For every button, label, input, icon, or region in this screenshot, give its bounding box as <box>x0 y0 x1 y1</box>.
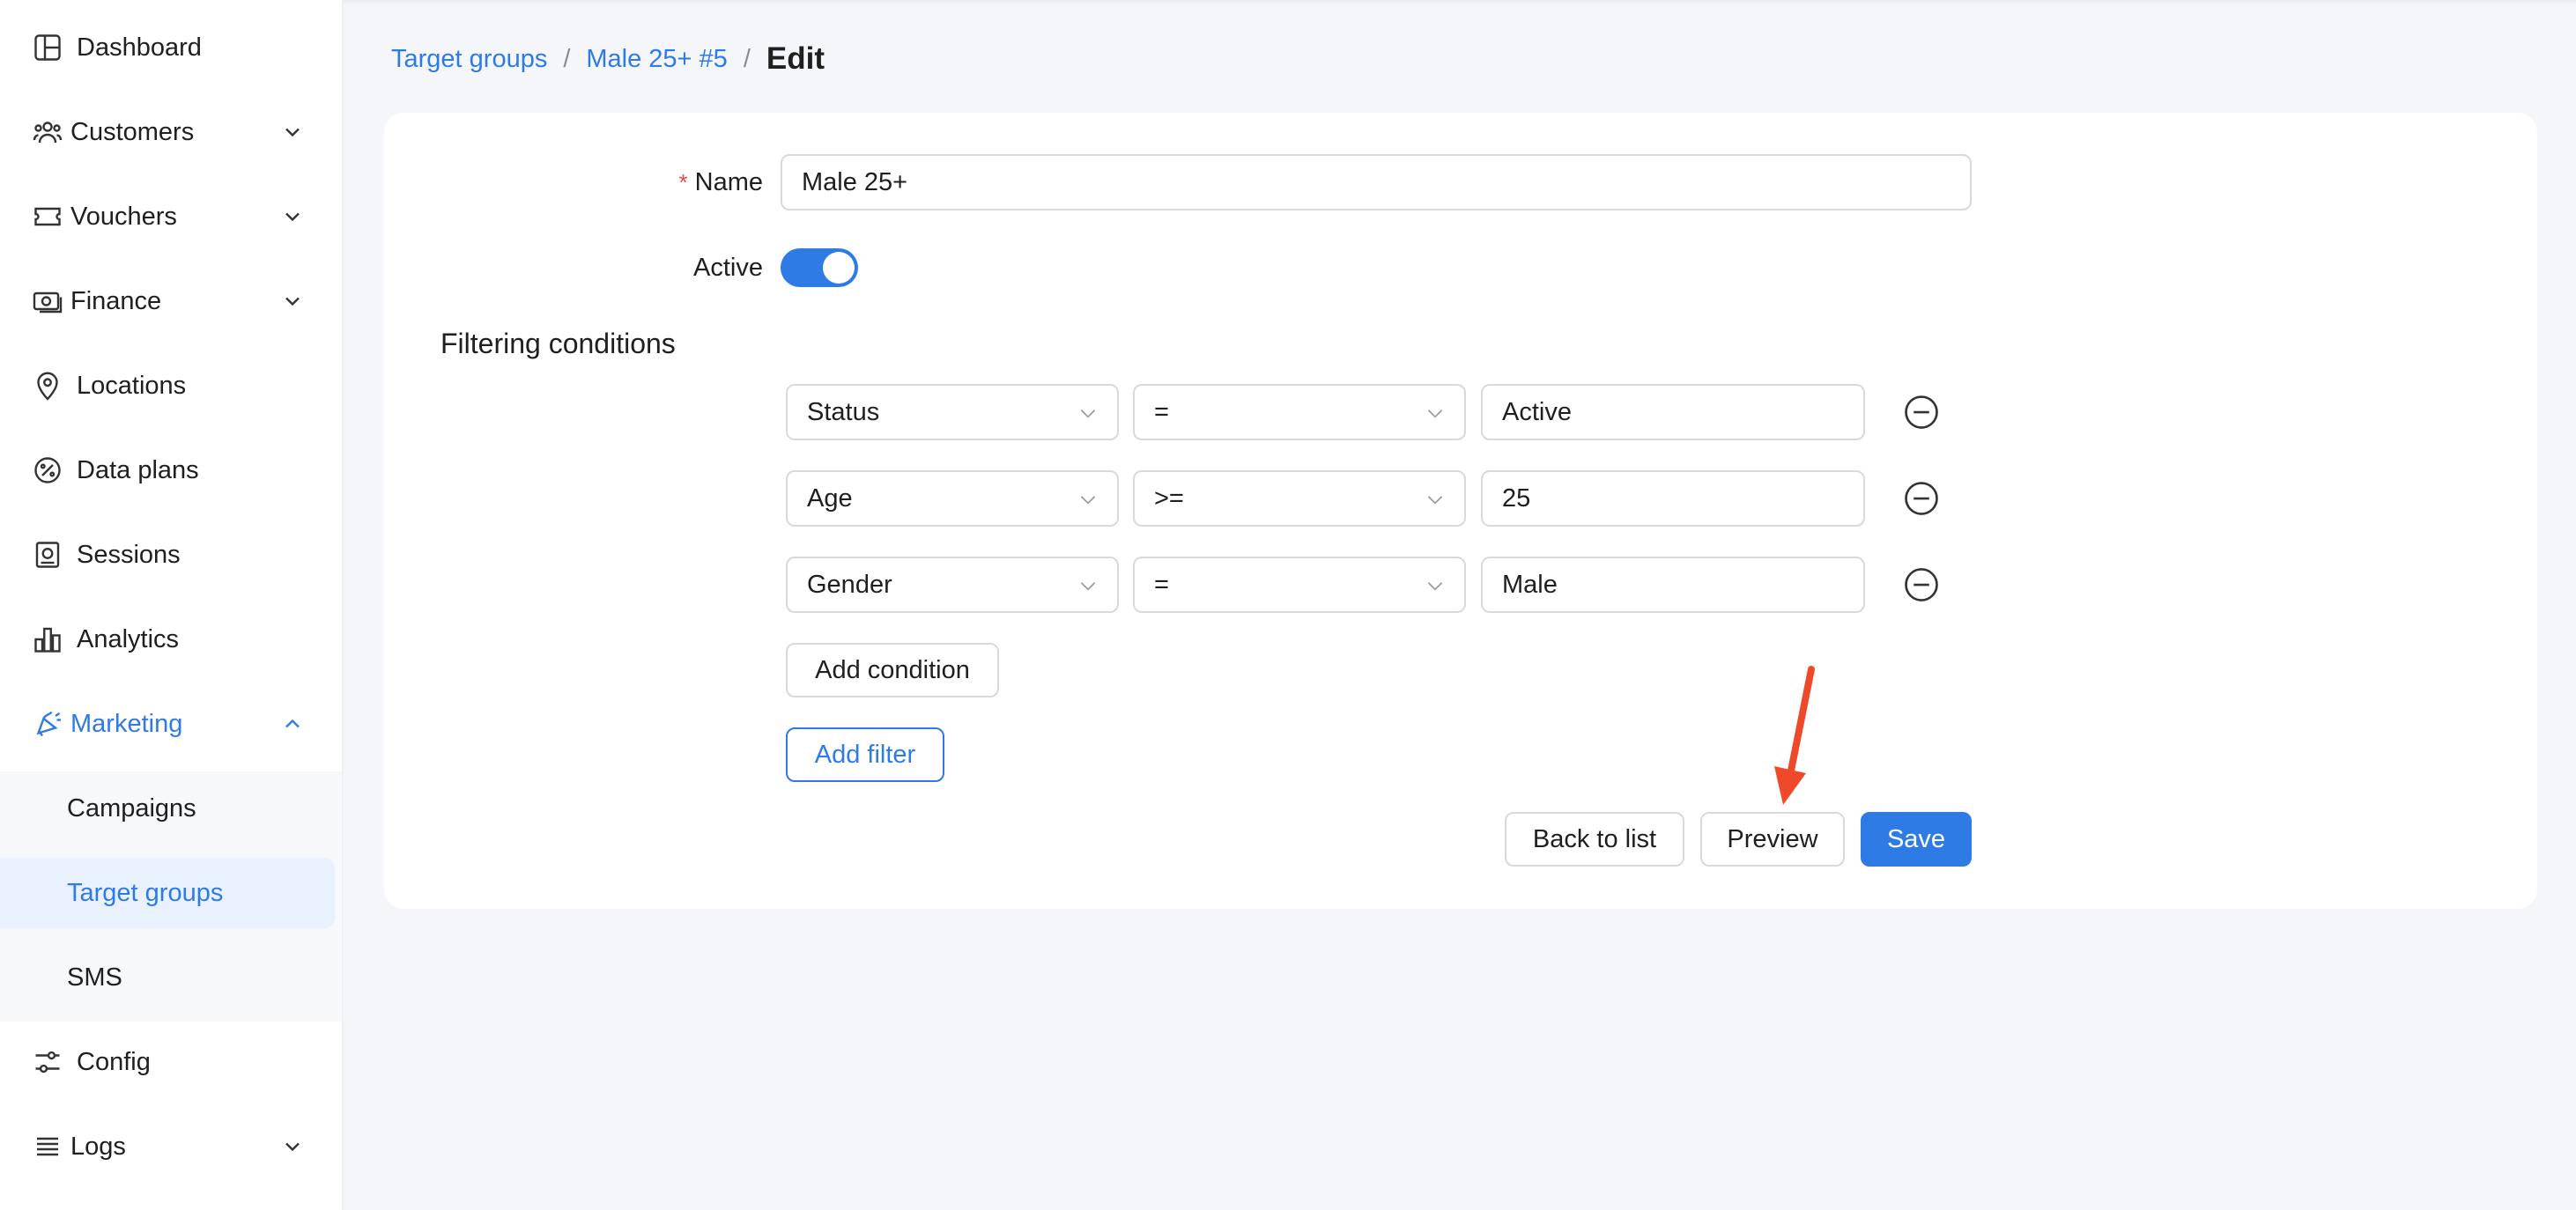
config-sliders-icon <box>32 1046 63 1078</box>
top-edge <box>342 0 2576 5</box>
remove-condition-icon[interactable] <box>1903 394 1940 431</box>
sidebar-item-label: Finance <box>70 287 162 315</box>
sidebar-item-logs[interactable]: Logs <box>0 1111 342 1182</box>
condition-field-select[interactable]: Age <box>786 470 1119 527</box>
condition-field-select[interactable]: Status <box>786 384 1119 440</box>
sidebar-item-data-plans[interactable]: Data plans <box>0 435 342 505</box>
page-title: Edit <box>766 41 825 76</box>
breadcrumb-target-groups-link[interactable]: Target groups <box>391 45 547 74</box>
back-to-list-button[interactable]: Back to list <box>1505 812 1684 867</box>
sidebar-item-label: Locations <box>77 372 187 400</box>
chevron-down-icon <box>1424 488 1447 511</box>
sidebar-item-label: Customers <box>70 118 195 146</box>
sidebar-item-label: Sessions <box>77 541 181 569</box>
sidebar-item-label: Config <box>77 1048 151 1076</box>
select-value: = <box>1154 397 1169 426</box>
sidebar-subitem-target-groups[interactable]: Target groups <box>0 858 335 928</box>
active-toggle[interactable] <box>781 248 858 287</box>
sidebar-item-customers[interactable]: Customers <box>0 97 342 167</box>
select-value: Age <box>807 483 853 513</box>
sidebar-item-label: Logs <box>70 1133 126 1161</box>
breadcrumb-separator: / <box>743 44 751 73</box>
add-filter-button[interactable]: Add filter <box>786 727 944 782</box>
chevron-down-icon <box>1077 488 1099 511</box>
select-value: Status <box>807 397 880 426</box>
sidebar-item-label: Vouchers <box>70 203 177 231</box>
sidebar-item-label: Analytics <box>77 625 180 653</box>
sidebar-item-config[interactable]: Config <box>0 1027 342 1097</box>
chevron-down-icon <box>1077 574 1099 597</box>
sessions-icon <box>32 539 63 571</box>
preview-button[interactable]: Preview <box>1700 812 1845 867</box>
sidebar-item-sessions[interactable]: Sessions <box>0 520 342 590</box>
sidebar-item-vouchers[interactable]: Vouchers <box>0 181 342 252</box>
remove-condition-icon[interactable] <box>1903 566 1940 603</box>
chevron-down-icon <box>1424 402 1447 424</box>
breadcrumb: Target groups / Male 25+ #5 / Edit <box>391 37 825 81</box>
save-button[interactable]: Save <box>1861 812 1972 867</box>
name-label: * Name <box>617 166 763 199</box>
sidebar: Dashboard Customers Vouchers Finance Loc… <box>0 0 344 1210</box>
chevron-down-icon <box>280 120 305 144</box>
remove-condition-icon[interactable] <box>1903 480 1940 517</box>
sidebar-subitem-campaigns[interactable]: Campaigns <box>0 773 335 844</box>
sidebar-item-label: Dashboard <box>77 33 202 62</box>
condition-value-input[interactable]: 25 <box>1481 470 1865 527</box>
chevron-down-icon <box>280 1134 305 1159</box>
select-value: = <box>1154 570 1169 599</box>
dashboard-icon <box>32 32 63 63</box>
voucher-icon <box>32 201 63 232</box>
active-label: Active <box>693 254 763 282</box>
sidebar-subitem-sms[interactable]: SMS <box>0 942 335 1013</box>
customers-icon <box>32 116 63 148</box>
chevron-up-icon <box>280 712 305 736</box>
chevron-down-icon <box>280 204 305 229</box>
annotation-arrow-icon <box>1774 666 1815 805</box>
sidebar-item-analytics[interactable]: Analytics <box>0 604 342 675</box>
add-condition-button[interactable]: Add condition <box>786 643 999 697</box>
name-label-text: Name <box>694 168 763 196</box>
location-pin-icon <box>32 370 63 402</box>
logs-icon <box>32 1131 63 1162</box>
marketing-icon <box>32 708 63 740</box>
finance-icon <box>32 285 63 317</box>
breadcrumb-separator: / <box>563 44 571 73</box>
toggle-knob <box>823 252 855 284</box>
condition-operator-select[interactable]: = <box>1133 384 1466 440</box>
select-value: >= <box>1154 483 1184 513</box>
chevron-down-icon <box>280 289 305 314</box>
data-plans-icon <box>32 454 63 486</box>
sidebar-item-dashboard[interactable]: Dashboard <box>0 12 342 83</box>
chevron-down-icon <box>1077 402 1099 424</box>
sidebar-item-label: Data plans <box>77 456 199 484</box>
sidebar-item-label: Marketing <box>70 710 183 738</box>
sidebar-item-marketing[interactable]: Marketing <box>0 689 342 759</box>
analytics-icon <box>32 623 63 655</box>
condition-operator-select[interactable]: = <box>1133 557 1466 613</box>
condition-value-input[interactable]: Male <box>1481 557 1865 613</box>
condition-operator-select[interactable]: >= <box>1133 470 1466 527</box>
sidebar-item-locations[interactable]: Locations <box>0 350 342 421</box>
filtering-conditions-title: Filtering conditions <box>440 328 676 359</box>
name-input[interactable]: Male 25+ <box>781 154 1972 210</box>
condition-field-select[interactable]: Gender <box>786 557 1119 613</box>
required-mark: * <box>678 169 688 196</box>
select-value: Gender <box>807 570 892 599</box>
breadcrumb-group-link[interactable]: Male 25+ #5 <box>586 45 727 74</box>
chevron-down-icon <box>1424 574 1447 597</box>
sidebar-item-finance[interactable]: Finance <box>0 266 342 336</box>
condition-value-input[interactable]: Active <box>1481 384 1865 440</box>
